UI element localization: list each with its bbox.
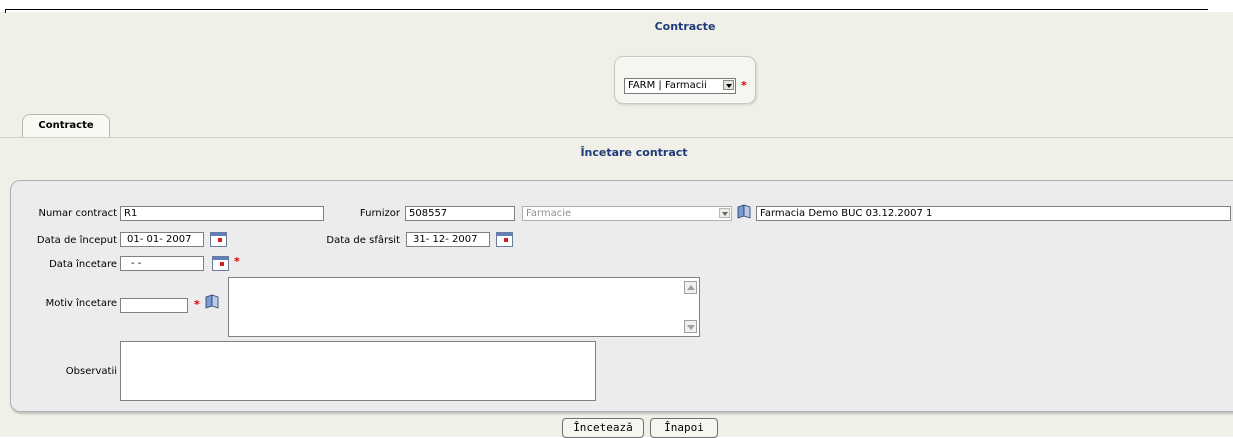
calendar-icon[interactable] [212,256,229,271]
label-furnizor: Furnizor [359,208,400,219]
top-divider-tick [5,9,6,13]
chevron-down-icon [719,208,730,218]
lookup-book-icon[interactable] [204,294,220,309]
inapoi-button[interactable]: Înapoi [650,418,718,438]
scroll-down-icon[interactable] [684,320,697,333]
calendar-icon[interactable] [210,232,227,247]
section-title: Încetare contract [580,146,688,159]
label-motiv-incetare: Motiv încetare [45,298,117,309]
lookup-book-icon[interactable] [736,204,752,219]
chevron-down-icon[interactable] [723,80,734,90]
tab-baseline [0,137,1233,138]
furnizor-type-select: Farmacie [522,206,732,221]
motiv-incetare-description[interactable] [228,277,700,337]
data-incetare-input[interactable]: - - [120,256,204,271]
motiv-incetare-input[interactable] [120,298,188,313]
label-data-incetare: Data încetare [49,259,117,270]
org-select[interactable]: FARM | Farmacii [624,78,736,94]
inceteaza-button[interactable]: Încetează [562,418,644,438]
page-title: Contracte [654,20,716,33]
observatii-textarea[interactable] [120,341,596,401]
tab-contracte[interactable]: Contracte [22,114,110,138]
required-marker: * [234,255,240,268]
numar-contract-input[interactable]: R1 [120,206,324,221]
label-data-sfarsit: Data de sfârsit [326,235,400,246]
label-data-inceput: Data de început [36,235,117,246]
label-observatii: Observatii [65,366,117,377]
top-divider [6,9,1208,10]
required-marker: * [741,79,747,92]
data-inceput-input[interactable]: 01- 01- 2007 [120,232,204,247]
calendar-icon[interactable] [496,232,513,247]
org-select-value: FARM | Farmacii [628,80,707,91]
furnizor-name-input[interactable]: Farmacia Demo BUC 03.12.2007 1 [756,206,1231,221]
required-marker: * [194,298,200,311]
furnizor-type-value: Farmacie [526,208,572,219]
scroll-up-icon[interactable] [684,281,697,294]
label-numar-contract: Numar contract [38,208,117,219]
data-sfarsit-input[interactable]: 31- 12- 2007 [406,232,490,247]
furnizor-code-input[interactable]: 508557 [405,206,515,221]
